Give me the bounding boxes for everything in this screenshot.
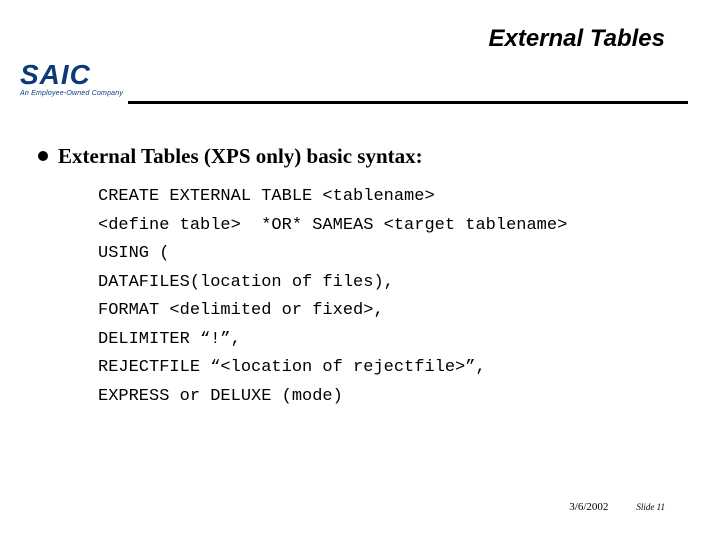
code-line: USING ( [98, 240, 690, 269]
logo-text: SAIC [20, 61, 123, 89]
slide-title: External Tables [0, 25, 665, 53]
divider-line [128, 101, 688, 104]
footer-date: 3/6/2002 [569, 501, 608, 513]
code-line: FORMAT <delimited or fixed>, [98, 297, 690, 326]
code-line: DELIMITER “!”, [98, 326, 690, 355]
code-line: CREATE EXTERNAL TABLE <tablename> [98, 183, 690, 212]
footer-slide-number: Slide 11 [636, 502, 665, 512]
logo-tagline: An Employee-Owned Company [20, 90, 123, 97]
bullet-icon [38, 151, 48, 161]
saic-logo: SAIC An Employee-Owned Company [20, 61, 123, 97]
code-line: REJECTFILE “<location of rejectfile>”, [98, 354, 690, 383]
code-line: DATAFILES(location of files), [98, 269, 690, 298]
code-block: CREATE EXTERNAL TABLE <tablename> <defin… [38, 183, 690, 411]
code-line: EXPRESS or DELUXE (mode) [98, 383, 690, 412]
slide-header: External Tables [0, 0, 720, 61]
bullet-text: External Tables (XPS only) basic syntax: [58, 144, 423, 169]
bullet-item: External Tables (XPS only) basic syntax: [38, 144, 690, 169]
code-line: <define table> *OR* SAMEAS <target table… [98, 212, 690, 241]
logo-row: SAIC An Employee-Owned Company [0, 61, 720, 104]
slide-footer: 3/6/2002 Slide 11 [569, 501, 665, 513]
slide-content: External Tables (XPS only) basic syntax:… [0, 104, 720, 411]
slide: External Tables SAIC An Employee-Owned C… [0, 0, 720, 540]
